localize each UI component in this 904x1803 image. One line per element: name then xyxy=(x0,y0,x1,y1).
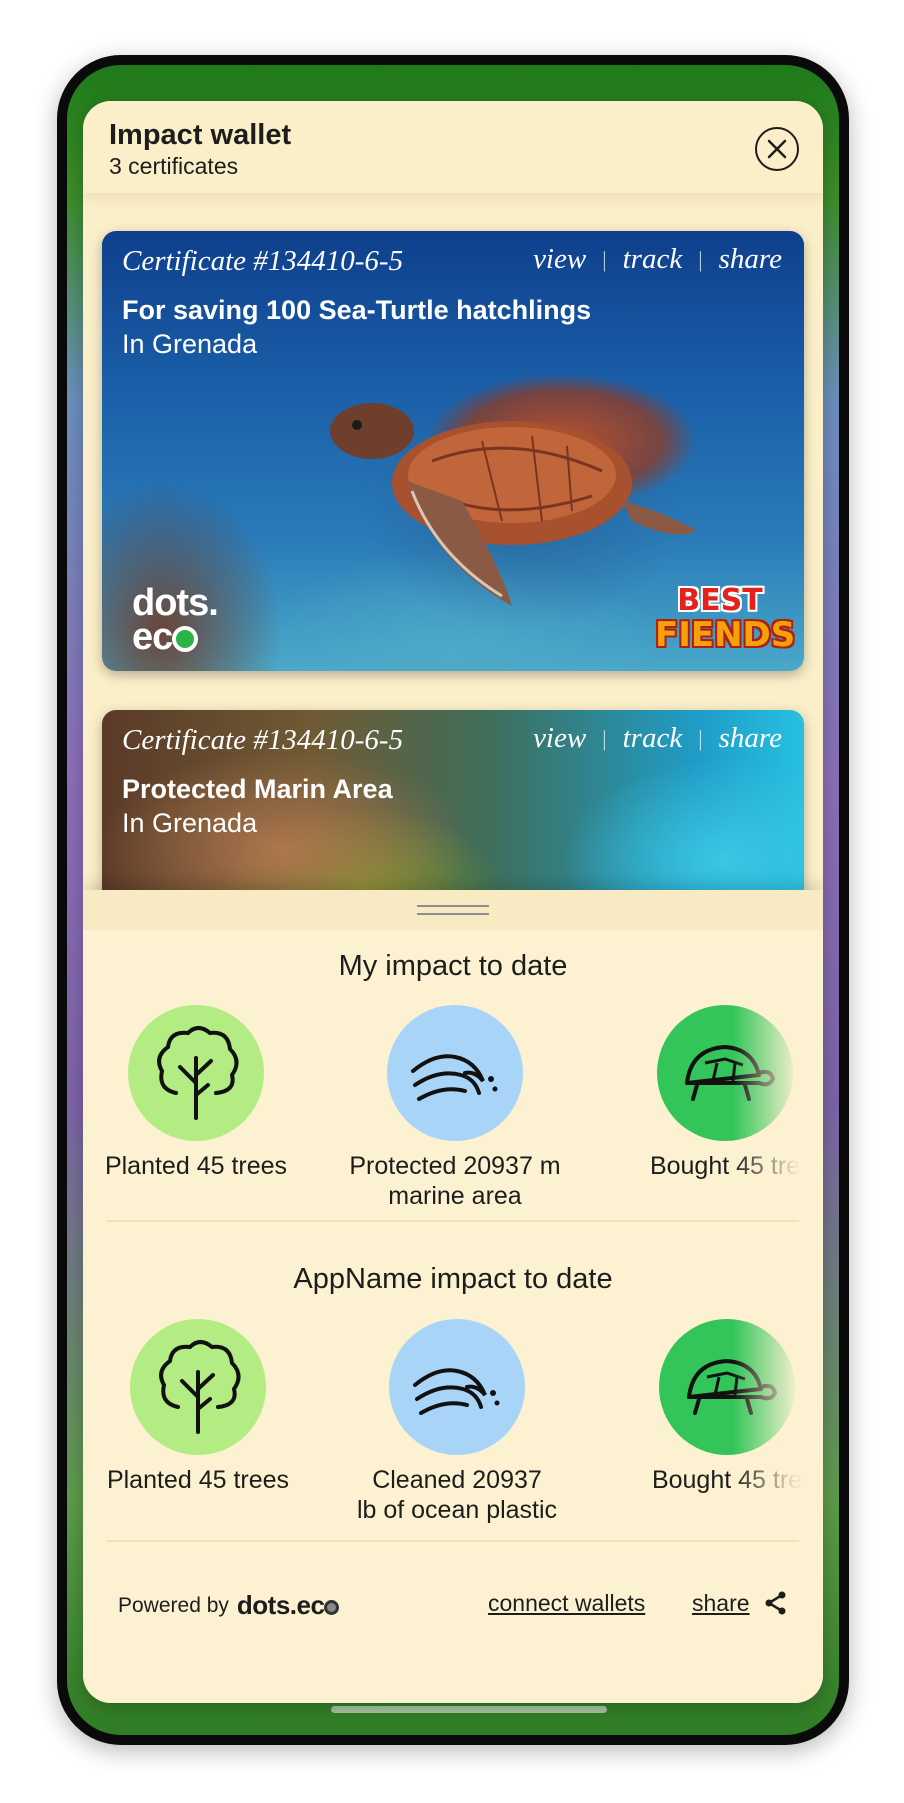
wallet-header: Impact wallet 3 certificates xyxy=(83,101,823,193)
certificate-title: For saving 100 Sea-Turtle hatchlings xyxy=(122,295,592,325)
view-link[interactable]: view xyxy=(533,243,586,276)
certificate-actions: view | track | share xyxy=(533,243,782,276)
impact-bottom-sheet: My impact to date Planted 45 trees Prote… xyxy=(83,890,823,1703)
powered-by: Powered by dots.ec xyxy=(118,1590,340,1621)
impact-item-trees: Planted 45 trees xyxy=(83,1005,326,1181)
view-link[interactable]: view xyxy=(533,722,586,755)
impact-label: Planted 45 trees xyxy=(106,1466,290,1494)
separator: | xyxy=(602,246,607,272)
logo-line: dots. xyxy=(132,582,219,624)
impact-item-marine: Protected 20937 m marine area xyxy=(325,1005,585,1211)
impact-item-plastic: Cleaned 20937 lb of ocean plastic xyxy=(327,1319,587,1525)
share-link[interactable]: share xyxy=(719,243,782,276)
dots-eco-brand: dots.ec xyxy=(237,1590,340,1621)
logo-dot xyxy=(172,626,199,652)
wave-icon xyxy=(389,1319,525,1455)
section-divider xyxy=(107,1220,799,1222)
impact-label: Cleaned 20937 lb of ocean plastic xyxy=(327,1465,587,1525)
impact-wallet-modal: Impact wallet 3 certificates Certificate… xyxy=(83,101,823,1703)
wave-icon xyxy=(387,1005,523,1141)
certificate-title: Protected Marin Area xyxy=(122,774,393,804)
footer-divider xyxy=(107,1540,799,1542)
close-icon xyxy=(767,139,787,159)
close-button[interactable] xyxy=(755,127,799,171)
dots-eco-logo: dots. ec xyxy=(132,582,219,656)
separator: | xyxy=(602,725,607,751)
app-impact-title: AppName impact to date xyxy=(293,1263,613,1295)
certificate-number: Certificate #134410-6-5 xyxy=(122,724,404,756)
my-impact-title: My impact to date xyxy=(338,950,568,982)
impact-label: Protected 20937 m marine area xyxy=(325,1151,585,1211)
track-link[interactable]: track xyxy=(623,722,683,755)
impact-label: Planted 45 trees xyxy=(104,1152,288,1180)
logo-line: BEST xyxy=(677,583,763,618)
impact-label-line: Protected 20937 m xyxy=(349,1152,561,1180)
impact-label-line: Cleaned 20937 xyxy=(372,1466,542,1494)
impact-label-line: lb of ocean plastic xyxy=(356,1496,558,1524)
tree-icon xyxy=(128,1005,264,1141)
logo-line: ec xyxy=(132,616,173,658)
certificate-location: In Grenada xyxy=(122,329,258,359)
share-link[interactable]: share xyxy=(692,1590,750,1617)
track-link[interactable]: track xyxy=(623,243,683,276)
brand-dot xyxy=(324,1600,340,1615)
sheet-drag-area[interactable] xyxy=(83,890,823,930)
wallet-title: Impact wallet xyxy=(109,119,292,151)
scroll-fade xyxy=(733,1000,823,1210)
scroll-fade xyxy=(733,1314,823,1524)
wallet-certificate-count: 3 certificates xyxy=(109,153,239,179)
certificate-location: In Grenada xyxy=(122,808,258,838)
certificate-card[interactable]: Certificate #134410-6-5 view | track | s… xyxy=(102,231,804,671)
tree-icon xyxy=(130,1319,266,1455)
home-indicator[interactable] xyxy=(331,1706,607,1713)
share-link[interactable]: share xyxy=(719,722,782,755)
impact-label-line: marine area xyxy=(388,1182,522,1210)
share-icon[interactable] xyxy=(764,1590,788,1616)
logo-line: FIENDS xyxy=(655,615,796,655)
certificate-actions: view | track | share xyxy=(533,722,782,755)
connect-wallets-link[interactable]: connect wallets xyxy=(488,1590,645,1617)
separator: | xyxy=(698,725,703,751)
certificate-number: Certificate #134410-6-5 xyxy=(122,245,404,277)
brand-text: dots.ec xyxy=(236,1590,325,1620)
best-fiends-logo: BEST FIENDS xyxy=(655,583,796,655)
drag-handle[interactable] xyxy=(417,905,489,915)
impact-item-trees: Planted 45 trees xyxy=(83,1319,328,1495)
separator: | xyxy=(698,246,703,272)
powered-by-label: Powered by xyxy=(118,1593,229,1617)
